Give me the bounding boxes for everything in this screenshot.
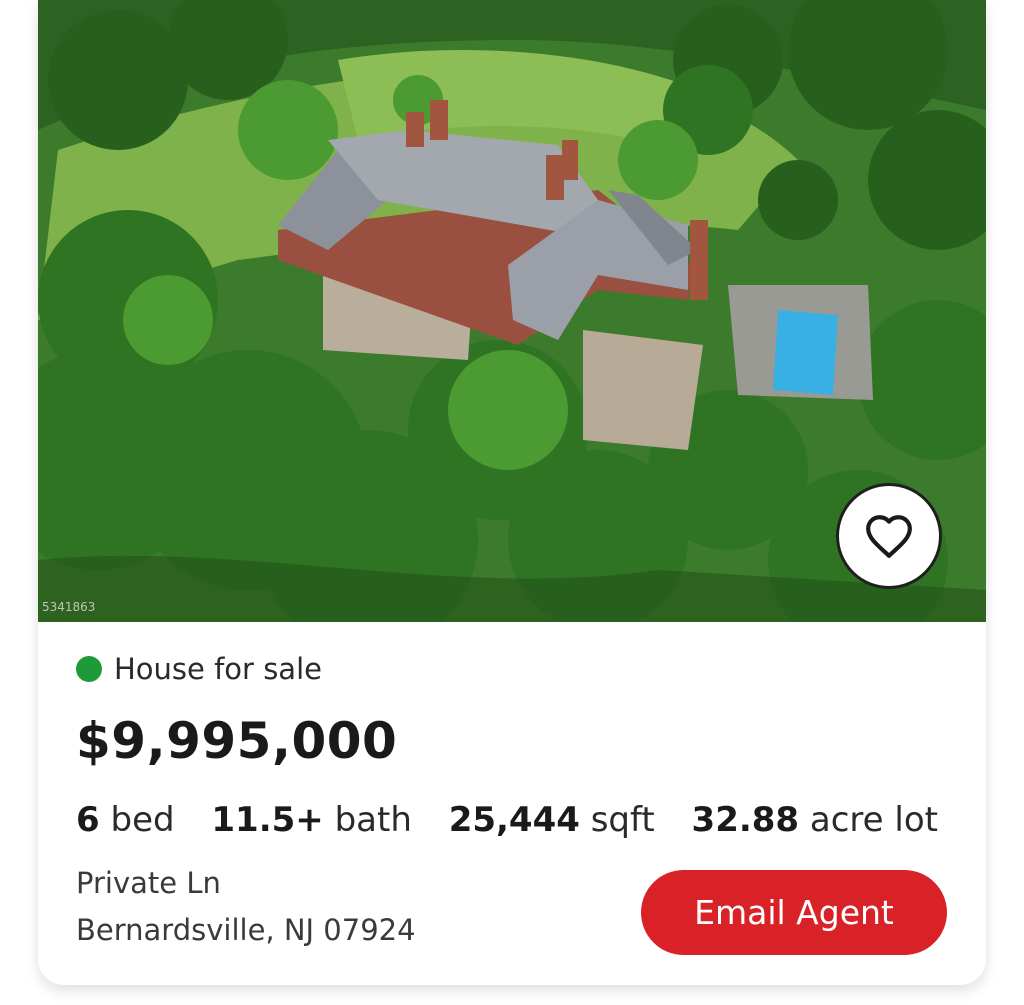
address-city-state-zip: Bernardsville, NJ 07924: [76, 913, 416, 947]
spec-sqft-unit: sqft: [590, 800, 655, 840]
email-agent-button[interactable]: Email Agent: [641, 870, 947, 955]
listing-price: $9,995,000: [76, 712, 398, 770]
spec-lot-value: 32.88: [691, 800, 800, 840]
spec-beds-value: 6: [76, 800, 100, 840]
spec-baths-unit: bath: [334, 800, 412, 840]
spec-sqft-value: 25,444: [448, 800, 580, 840]
spec-lot: 32.88 acre lot: [692, 800, 938, 840]
favorite-button[interactable]: [836, 483, 942, 589]
heart-outline-icon: [866, 515, 912, 558]
listing-card[interactable]: 5341863 House for sale $9,995,000 6 bed …: [38, 0, 986, 985]
listing-status: House for sale: [76, 652, 322, 686]
spec-beds: 6 bed: [76, 800, 175, 840]
spec-beds-unit: bed: [110, 800, 175, 840]
address-street: Private Ln: [76, 866, 221, 900]
spec-lot-unit: acre lot: [809, 800, 938, 840]
spec-sqft: 25,444 sqft: [449, 800, 655, 840]
mls-id-watermark: 5341863: [42, 600, 96, 614]
status-label: House for sale: [114, 652, 322, 686]
listing-specs: 6 bed 11.5+ bath 25,444 sqft 32.88 acre …: [76, 800, 964, 840]
spec-baths-value: 11.5+: [211, 800, 324, 840]
listing-photo[interactable]: 5341863: [38, 0, 986, 622]
status-dot-icon: [76, 656, 102, 682]
spec-baths: 11.5+ bath: [211, 800, 412, 840]
